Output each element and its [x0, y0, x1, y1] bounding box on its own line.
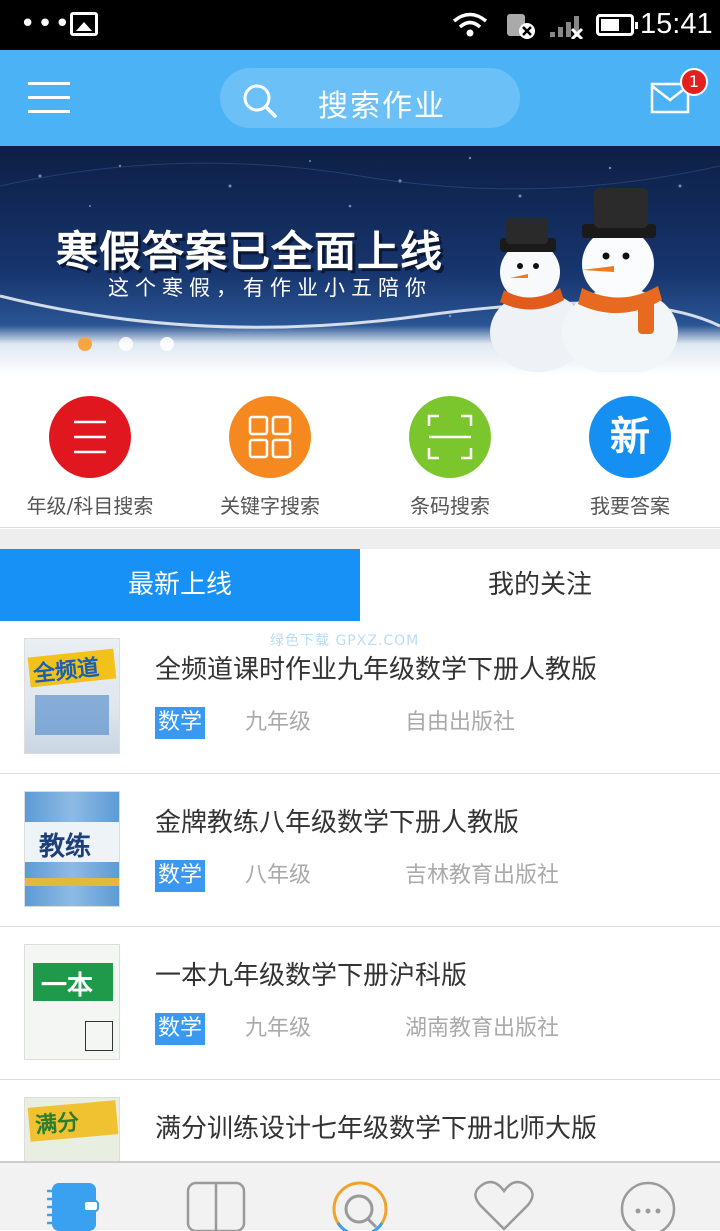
book-title: 一本九年级数学下册沪科版	[155, 961, 468, 991]
promo-banner[interactable]: 寒假答案已全面上线 这个寒假，有作业小五陪你	[0, 146, 720, 376]
list-tabs: 最新上线 我的关注	[0, 549, 720, 621]
notebook-icon[interactable]	[44, 1179, 104, 1231]
cover-title: 一本	[41, 971, 94, 1001]
battery-icon	[596, 14, 638, 36]
request-answer-button[interactable]: 新 我要答案	[540, 396, 720, 519]
search-placeholder: 搜索作业	[318, 89, 446, 124]
book-list: 全频道 全频道课时作业九年级数学下册人教版 数学 九年级 自由出版社 教练 金牌…	[0, 621, 720, 1161]
search-shortcuts: 年级/科目搜索 关键字搜索 条码搜索 新 我要答案	[0, 376, 720, 528]
banner-pagination	[78, 336, 196, 355]
subject-tag: 数学	[155, 1013, 206, 1045]
subject-tag: 数学	[155, 707, 206, 739]
section-divider	[0, 529, 720, 549]
subject-tag: 数学	[155, 860, 206, 892]
book-title: 金牌教练八年级数学下册人教版	[155, 808, 520, 838]
no-sim-icon	[507, 14, 535, 39]
barcode-scan-icon	[409, 396, 491, 478]
action-label: 关键字搜索	[220, 494, 320, 518]
grade-label: 八年级	[245, 863, 312, 888]
cover-title: 全频道	[32, 655, 101, 688]
list-icon	[49, 396, 131, 478]
list-item[interactable]: 满分 满分训练设计七年级数学下册北师大版	[0, 1080, 720, 1161]
cover-title: 教练	[39, 832, 92, 862]
action-label: 年级/科目搜索	[26, 494, 154, 518]
banner-subtitle: 这个寒假，有作业小五陪你	[108, 276, 432, 300]
book-cover: 满分	[24, 1097, 120, 1161]
search-icon	[243, 84, 277, 118]
book-title: 全频道课时作业九年级数学下册人教版	[155, 655, 598, 685]
barcode-search-button[interactable]: 条码搜索	[360, 396, 540, 519]
publisher-label: 自由出版社	[405, 710, 516, 735]
grade-label: 九年级	[245, 1016, 312, 1041]
action-label: 条码搜索	[410, 494, 490, 518]
book-cover: 一本	[24, 944, 120, 1060]
watermark: 绿色下载 GPXZ.COM	[270, 633, 420, 649]
status-bar: ••• 15:41	[0, 0, 720, 50]
search-icon[interactable]	[330, 1179, 390, 1231]
wifi-icon	[452, 12, 488, 37]
menu-icon[interactable]	[28, 82, 70, 114]
banner-dot-1[interactable]	[78, 337, 92, 351]
book-icon[interactable]	[186, 1179, 246, 1231]
book-cover: 教练	[24, 791, 120, 907]
new-icon: 新	[589, 396, 671, 478]
publisher-label: 吉林教育出版社	[405, 863, 560, 888]
banner-dot-3[interactable]	[160, 337, 175, 351]
list-item[interactable]: 教练 金牌教练八年级数学下册人教版 数学 八年级 吉林教育出版社	[0, 774, 720, 927]
image-notification-icon	[70, 12, 98, 36]
book-cover: 全频道	[24, 638, 120, 754]
snowmen-illustration	[490, 188, 678, 372]
heart-icon[interactable]	[474, 1179, 534, 1231]
tab-following[interactable]: 我的关注	[360, 549, 720, 621]
grade-label: 九年级	[245, 710, 312, 735]
list-item[interactable]: 一本 一本九年级数学下册沪科版 数学 九年级 湖南教育出版社	[0, 927, 720, 1080]
cover-title: 满分	[34, 1110, 81, 1139]
search-bar[interactable]: 搜索作业	[220, 68, 520, 128]
chat-icon[interactable]	[620, 1179, 680, 1231]
bottom-navigation	[0, 1161, 720, 1231]
grid-icon	[229, 396, 311, 478]
clock: 15:41	[640, 8, 713, 40]
signal-icon	[550, 16, 584, 39]
book-title: 满分训练设计七年级数学下册北师大版	[155, 1114, 598, 1144]
notification-dots: •••	[20, 9, 73, 39]
tab-latest[interactable]: 最新上线	[0, 549, 360, 621]
app-header: 搜索作业 1	[0, 50, 720, 146]
banner-title: 寒假答案已全面上线	[56, 227, 444, 276]
grade-subject-search-button[interactable]: 年级/科目搜索	[0, 396, 180, 519]
unread-badge: 1	[680, 68, 708, 96]
action-label: 我要答案	[590, 494, 670, 518]
new-glyph: 新	[610, 414, 650, 460]
banner-dot-2[interactable]	[119, 337, 134, 351]
publisher-label: 湖南教育出版社	[405, 1016, 560, 1041]
keyword-search-button[interactable]: 关键字搜索	[180, 396, 360, 519]
